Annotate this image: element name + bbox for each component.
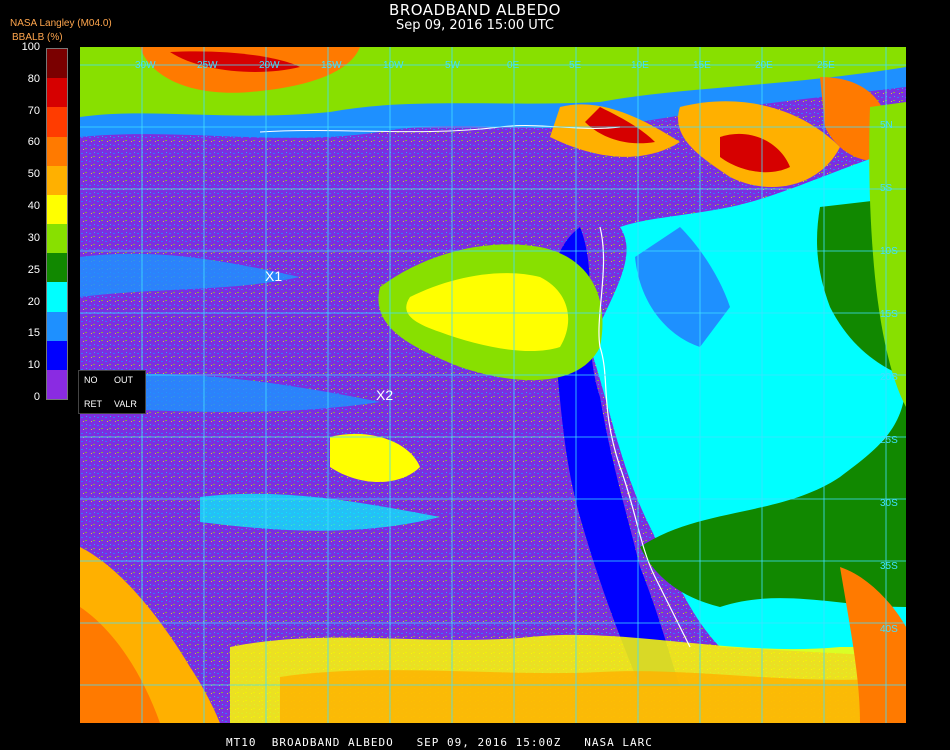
lat-label: 40S	[880, 624, 898, 635]
lat-label: 25S	[880, 435, 898, 446]
lon-label: 20W	[259, 60, 280, 71]
colorbar-tick: 25	[27, 263, 40, 276]
legend-no: NO	[84, 375, 98, 385]
lon-label: 30W	[135, 60, 156, 71]
colorbar-segment	[47, 253, 67, 283]
lon-label: 0E	[507, 60, 520, 71]
colorbar-segment	[47, 311, 67, 342]
lon-label: 15E	[693, 60, 711, 71]
colorbar-tick: 0	[33, 391, 40, 403]
lat-label: 5S	[880, 183, 893, 194]
lat-label: 10S	[880, 246, 898, 257]
lat-label: 35S	[880, 561, 898, 572]
lon-label: 15W	[321, 60, 342, 71]
lon-label: 20E	[755, 60, 773, 71]
lon-label: 25E	[817, 60, 835, 71]
colorbar-segment	[47, 224, 67, 254]
colorbar-segment	[47, 78, 67, 108]
colorbar-segment	[47, 369, 67, 400]
colorbar-tick: 15	[27, 327, 40, 340]
marker-x1: X1	[265, 268, 283, 284]
colorbar-segment	[47, 136, 67, 167]
footer-caption: MT10 BROADBAND ALBEDO SEP 09, 2016 15:00…	[226, 736, 653, 749]
colorbar-segment	[47, 49, 67, 79]
brand-label: NASA Langley (M04.0)	[10, 18, 112, 29]
legend-ret: RET	[84, 399, 102, 409]
colorbar-segment	[47, 107, 67, 137]
colorbar-tick: 20	[27, 295, 40, 308]
map-title: BROADBAND ALBEDO	[389, 1, 561, 19]
legend-box: NO OUT RET VALR	[78, 370, 146, 414]
lat-label: 15S	[880, 309, 898, 320]
colorbar-tick: 70	[27, 104, 40, 117]
colorbar-tick: 30	[27, 231, 40, 244]
colorbar-tick: 10	[27, 359, 40, 372]
colorbar-tick: 50	[27, 168, 40, 181]
lat-label: 20S	[880, 372, 898, 383]
albedo-map	[80, 47, 906, 723]
lon-label: 10E	[631, 60, 649, 71]
lon-label: 5E	[569, 60, 582, 71]
marker-x2: X2	[376, 387, 394, 403]
colorbar-tick: 100	[21, 41, 40, 53]
map-timestamp: Sep 09, 2016 15:00 UTC	[395, 18, 555, 33]
colorbar-tick: 60	[27, 136, 40, 149]
colorbar-segment	[47, 282, 67, 312]
lon-label: 5W	[445, 60, 460, 71]
colorbar-segment	[47, 165, 67, 196]
legend-valr: VALR	[114, 399, 137, 409]
colorbar-tick: 40	[27, 200, 40, 213]
legend-out: OUT	[114, 375, 133, 385]
colorbar-segment	[47, 194, 67, 225]
lat-label: 5N	[880, 120, 893, 131]
lon-label: 25W	[197, 60, 218, 71]
colorbar-segment	[47, 340, 67, 371]
lat-label: 30S	[880, 498, 898, 509]
colorbar-tick: 80	[27, 72, 40, 85]
colorbar	[46, 48, 68, 400]
lon-label: 10W	[383, 60, 404, 71]
